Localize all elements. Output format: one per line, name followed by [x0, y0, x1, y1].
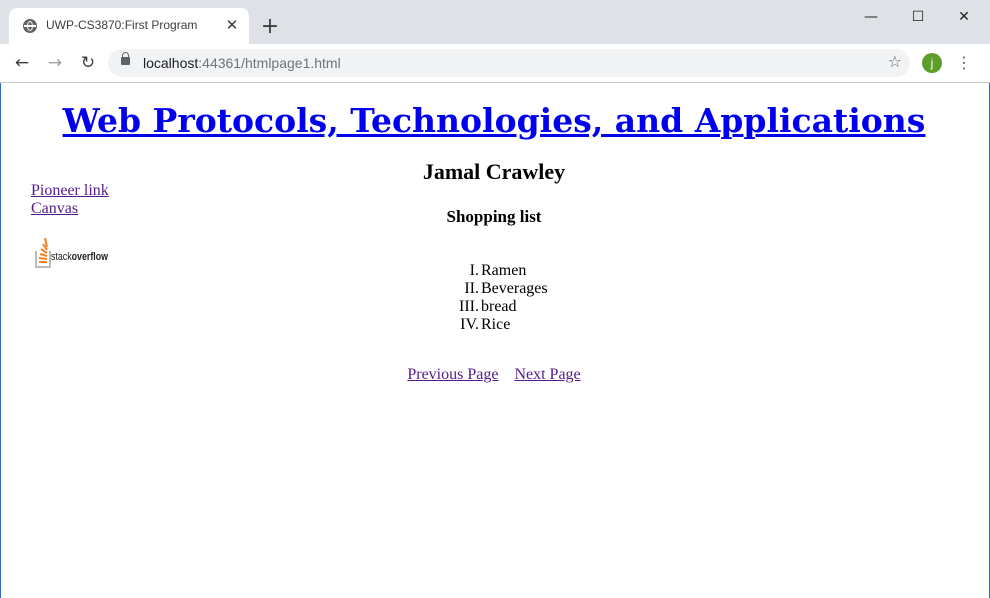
list-item: II. Beverages [457, 280, 548, 298]
shopping-list-title: Shopping list [446, 207, 542, 226]
author-name: Jamal Crawley [422, 159, 566, 184]
heading-link[interactable]: Web Protocols, Technologies, and Applica… [63, 101, 926, 140]
close-tab-icon[interactable]: ✕ [223, 16, 241, 34]
svg-text:stackoverflow: stackoverflow [51, 251, 108, 263]
globe-icon [23, 19, 37, 33]
url-text[interactable]: localhost:44361/htmlpage1.html [143, 55, 341, 71]
close-window-button[interactable]: ✕ [949, 6, 979, 28]
list-item: IV. Rice [457, 316, 548, 334]
list-item-number: I. [469, 262, 479, 279]
shopping-list: I. Ramen II. Beverages III. bread IV. Rice [457, 262, 548, 334]
list-item-label: Rice [481, 316, 511, 333]
reload-button[interactable]: ↻ [76, 51, 100, 75]
lock-icon [121, 52, 130, 65]
minimize-button[interactable]: — [856, 6, 886, 28]
page-heading: Web Protocols, Technologies, and Applica… [1, 101, 987, 140]
maximize-button[interactable]: ☐ [903, 6, 933, 28]
list-item-label: bread [481, 298, 517, 315]
browser-tab[interactable]: UWP-CS3870:First Program ✕ [9, 8, 249, 44]
pioneer-link[interactable]: Pioneer link [31, 182, 109, 200]
list-item-number: III. [459, 298, 479, 315]
page-content: Web Protocols, Technologies, and Applica… [1, 83, 987, 598]
list-item-number: II. [464, 280, 479, 297]
bookmark-star-icon[interactable]: ☆ [888, 52, 902, 71]
next-page-link[interactable]: Next Page [514, 366, 580, 383]
back-button[interactable]: ← [10, 51, 34, 75]
new-tab-button[interactable]: + [259, 16, 281, 38]
tab-title: UWP-CS3870:First Program [46, 18, 198, 32]
list-item-number: IV. [460, 316, 479, 333]
stackoverflow-icon [35, 237, 51, 268]
profile-avatar[interactable]: j [922, 53, 942, 73]
browser-toolbar: ← → ↻ localhost:44361/htmlpage1.html ☆ j… [0, 44, 990, 83]
stackoverflow-logo[interactable]: stackoverflow [34, 233, 110, 269]
list-item: III. bread [457, 298, 548, 316]
previous-page-link[interactable]: Previous Page [407, 366, 498, 383]
address-bar[interactable]: localhost:44361/htmlpage1.html ☆ [108, 49, 910, 77]
browser-menu-icon[interactable]: ⋮ [956, 51, 972, 75]
tab-strip: UWP-CS3870:First Program ✕ + — ☐ ✕ [0, 0, 990, 44]
list-item-label: Beverages [481, 280, 548, 297]
list-item: I. Ramen [457, 262, 548, 280]
list-item-label: Ramen [481, 262, 527, 279]
pager: Previous Page Next Page [1, 366, 987, 384]
forward-button[interactable]: → [43, 51, 67, 75]
